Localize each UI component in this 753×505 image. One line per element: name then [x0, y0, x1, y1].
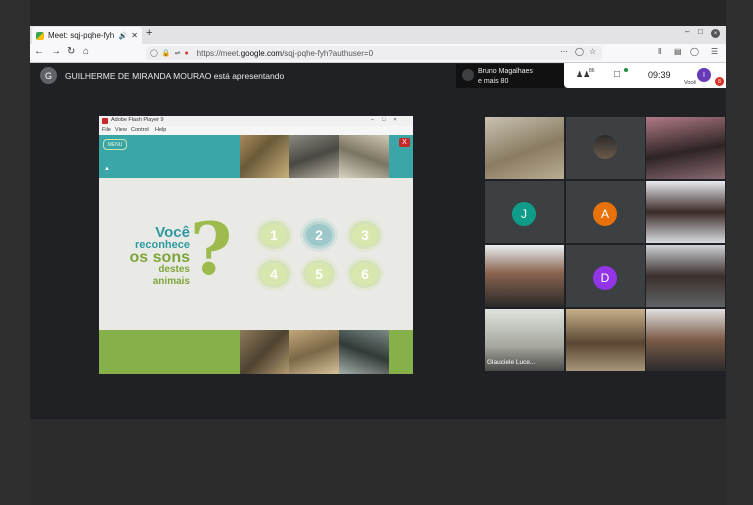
sound-button-4[interactable]: 4: [261, 263, 287, 285]
title-line-voce: Você: [155, 224, 190, 241]
animal-photo: [339, 330, 389, 374]
flash-menu-help[interactable]: Help: [155, 127, 166, 133]
tab-close-icon[interactable]: ✕: [131, 31, 138, 40]
participant-name-overlay: Glauciele Luce...: [487, 359, 536, 366]
notification-more: e mais 80: [478, 78, 509, 85]
participant-tile-1[interactable]: [485, 117, 564, 179]
notification-badge: 8: [715, 77, 724, 86]
home-icon[interactable]: ⌂: [83, 46, 89, 57]
participant-tile-6[interactable]: [646, 181, 725, 243]
chat-icon[interactable]: □: [614, 69, 620, 80]
url-prefix: https://meet.: [196, 48, 241, 58]
window-close-button[interactable]: ×: [711, 29, 720, 38]
new-tab-button[interactable]: +: [146, 27, 152, 39]
participants-count: 86: [589, 68, 595, 74]
user-label: Você: [684, 80, 697, 86]
flash-menu-button[interactable]: MENU: [103, 139, 127, 150]
minimize-button[interactable]: –: [685, 27, 689, 36]
address-bar[interactable]: ◯ 🔒 ⇌ ● https://meet.google.com/sqj-pqhe…: [146, 46, 602, 60]
presenter-avatar: G: [40, 67, 57, 84]
participant-avatar-photo: [593, 135, 617, 159]
shield-icon[interactable]: ◯: [150, 49, 158, 57]
participant-tile-12[interactable]: [646, 309, 725, 371]
menu-icon[interactable]: ☰: [711, 47, 718, 56]
forward-arrow-icon[interactable]: →: [51, 46, 61, 57]
desktop-right-edge: [726, 0, 753, 505]
sound-button-5[interactable]: 5: [306, 263, 332, 285]
notification-avatar: [462, 69, 474, 81]
url-text[interactable]: https://meet.google.com/sqj-pqhe-fyh?aut…: [197, 49, 373, 58]
meet-bottom-area: [30, 419, 726, 505]
sound-button-1[interactable]: 1: [261, 224, 287, 246]
account-icon[interactable]: ◯: [690, 47, 699, 56]
sidebar-icon[interactable]: ▤: [674, 47, 682, 56]
library-icon[interactable]: ‖: [658, 47, 661, 56]
permissions-icon[interactable]: ⇌: [175, 49, 181, 57]
participant-tile-10[interactable]: Glauciele Luce...: [485, 309, 564, 371]
flash-app-icon: [102, 118, 108, 124]
anteater-photo: [289, 135, 339, 178]
participant-initial-j: J: [512, 202, 536, 226]
url-suffix: /sqj-pqhe-fyh?authuser=0: [282, 48, 374, 58]
flash-window-controls[interactable]: –□×: [371, 117, 405, 123]
browser-tab-meet[interactable]: Meet: sqj-pqhe-fyh 🔊 ✕: [32, 27, 142, 44]
chat-unread-dot: [624, 68, 628, 72]
monkey-photo: [339, 135, 389, 178]
flash-window-title: Adobe Flash Player 9: [111, 117, 164, 123]
flash-menu-control[interactable]: Control: [131, 127, 149, 133]
flash-titlebar: Adobe Flash Player 9 –□×: [99, 116, 413, 126]
participant-initial-a: A: [593, 202, 617, 226]
flash-close-button[interactable]: X: [399, 138, 410, 147]
url-domain: google.com: [240, 48, 283, 58]
sound-button-2[interactable]: 2: [306, 224, 332, 246]
participant-tile-2[interactable]: [566, 117, 645, 179]
participant-tile-11[interactable]: [566, 309, 645, 371]
speaker-icon[interactable]: 🔊: [119, 32, 128, 40]
pocket-icon[interactable]: ◯: [575, 47, 584, 56]
tab-title: Meet: sqj-pqhe-fyh: [48, 31, 115, 40]
notification-name: Bruno Magalhaes: [478, 68, 533, 75]
flash-menu-file[interactable]: File: [102, 127, 111, 133]
lock-icon[interactable]: 🔒: [162, 49, 171, 57]
participant-tile-d[interactable]: D: [566, 245, 645, 307]
participant-tile-3[interactable]: [646, 117, 725, 179]
back-arrow-icon[interactable]: ←: [34, 46, 44, 57]
maximize-button[interactable]: □: [698, 27, 703, 36]
title-line-destes: destes: [158, 264, 190, 275]
question-mark: ?: [190, 206, 233, 291]
user-avatar[interactable]: I: [697, 68, 711, 82]
meeting-clock: 09:39: [648, 70, 671, 80]
participant-tile-7[interactable]: [485, 245, 564, 307]
flash-menu-view[interactable]: View: [115, 127, 127, 133]
title-line-animais: animais: [152, 276, 190, 287]
capybara-photo: [240, 330, 289, 374]
bookmark-star-icon[interactable]: ☆: [589, 47, 596, 56]
green-footer-band: [99, 330, 240, 374]
participant-initial-d: D: [593, 266, 617, 290]
meet-favicon-icon: [36, 31, 44, 40]
desktop-left-edge: [0, 0, 30, 505]
mouse-cursor-icon: ▲: [104, 166, 110, 172]
bird-photo: [289, 330, 339, 374]
sound-button-3[interactable]: 3: [352, 224, 378, 246]
participants-notification[interactable]: Bruno Magalhaes e mais 80: [456, 64, 564, 88]
green-footer-right: [389, 330, 413, 374]
participant-tile-j[interactable]: J: [485, 181, 564, 243]
flash-menubar: File View Control Help: [99, 126, 413, 135]
presenter-status: GUILHERME DE MIRANDA MOURAO está apresen…: [65, 71, 285, 81]
participant-tile-9[interactable]: [646, 245, 725, 307]
desktop-top-area: [30, 0, 726, 26]
jaguar-photo: [240, 135, 289, 178]
participant-tile-a[interactable]: A: [566, 181, 645, 243]
reload-icon[interactable]: ↻: [67, 46, 75, 57]
sound-button-6[interactable]: 6: [352, 263, 378, 285]
microphone-icon[interactable]: ●: [184, 50, 188, 57]
page-actions-icon[interactable]: ⋯: [560, 47, 568, 56]
